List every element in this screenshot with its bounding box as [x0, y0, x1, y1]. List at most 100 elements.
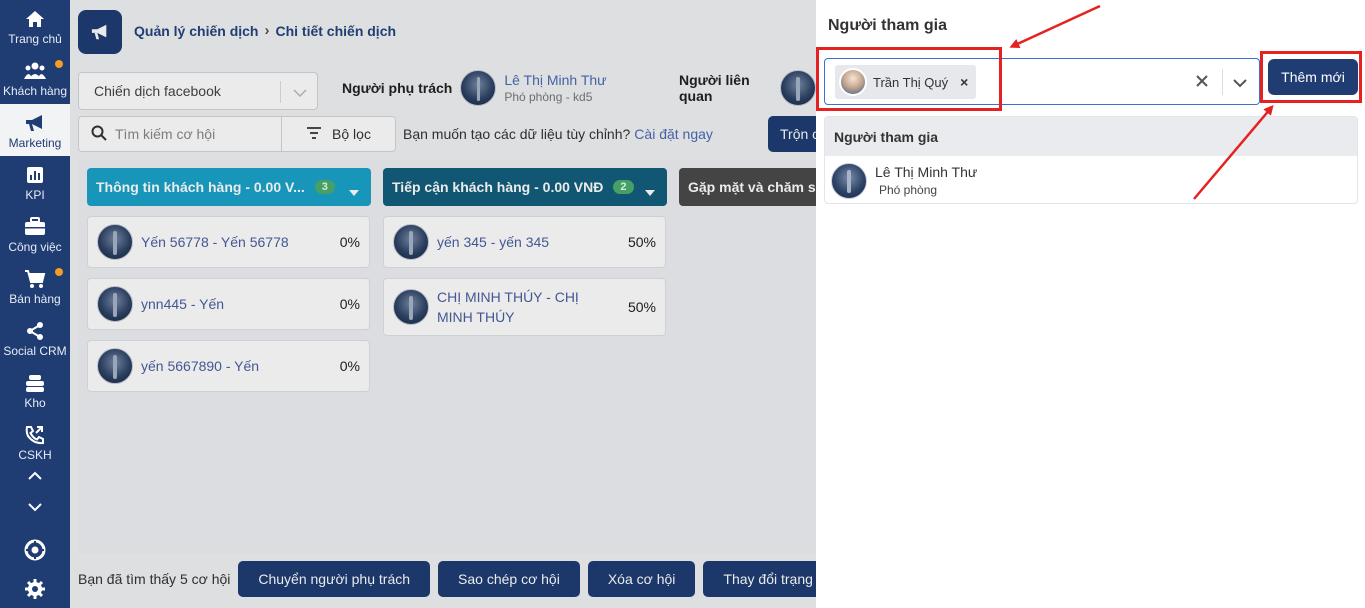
add-new-button[interactable]: Thêm mới: [1268, 59, 1358, 95]
page-header: Quản lý chiến dịch › Chi tiết chiến dịch: [70, 0, 816, 64]
sidebar-item-social-crm[interactable]: Social CRM: [0, 312, 70, 364]
caret-down-icon[interactable]: [349, 183, 359, 199]
participants-table: Người tham gia Lê Thị Minh Thư Phó phòng: [824, 116, 1358, 204]
breadcrumb-current: Chi tiết chiến dịch: [275, 22, 397, 39]
campaign-select-value: Chiến dịch facebook: [94, 83, 221, 99]
filter-label: Bộ lọc: [332, 126, 371, 142]
owner-title: Phó phòng - kd5: [504, 90, 593, 104]
chevron-right-icon: ›: [264, 22, 270, 39]
sidebar-item-label: KPI: [25, 188, 45, 202]
breadcrumb-parent[interactable]: Quản lý chiến dịch: [134, 23, 258, 39]
transfer-owner-button[interactable]: Chuyển người phụ trách: [238, 561, 431, 597]
sidebar-item-label: Trang chủ: [8, 32, 62, 46]
remove-chip-icon[interactable]: ×: [960, 74, 968, 90]
search-input[interactable]: [115, 126, 275, 142]
change-status-button[interactable]: Thay đổi trạng th: [703, 561, 816, 597]
notification-dot: [55, 60, 63, 68]
avatar: [97, 224, 133, 260]
sidebar-item-customer-care[interactable]: CSKH: [0, 416, 70, 462]
search-box: [78, 116, 282, 152]
phone-icon: [24, 424, 46, 446]
campaign-select[interactable]: Chiến dịch facebook: [78, 72, 318, 110]
support-icon[interactable]: [24, 539, 46, 561]
merge-button[interactable]: Trộn c: [768, 116, 816, 152]
owner-name[interactable]: Lê Thị Minh Thư: [504, 72, 606, 88]
opportunity-card[interactable]: yến 5667890 - Yến 0%: [87, 340, 370, 392]
chevron-down-icon[interactable]: [1233, 75, 1249, 91]
home-icon: [24, 8, 46, 30]
main-content: Quản lý chiến dịch › Chi tiết chiến dịch…: [70, 0, 816, 608]
sidebar-item-marketing[interactable]: Marketing: [0, 104, 70, 156]
custom-data-question: Bạn muốn tạo các dữ liệu tùy chỉnh?: [403, 126, 631, 142]
related-role-label: Người liên quan: [679, 72, 750, 104]
participant-select[interactable]: Trần Thị Quý ×: [824, 58, 1260, 105]
avatar: [393, 289, 429, 325]
column-header[interactable]: Tiếp cận khách hàng - 0.00 VNĐ 2: [383, 168, 667, 206]
opportunity-percent: 0%: [339, 358, 360, 374]
opportunity-percent: 0%: [339, 296, 360, 312]
owner-role-label: Người phụ trách: [342, 80, 453, 96]
sidebar-item-customers[interactable]: Khách hàng: [0, 52, 70, 104]
search-icon: [91, 125, 107, 144]
sidebar-item-tasks[interactable]: Công việc: [0, 208, 70, 260]
owner-block: Người phụ trách Lê Thị Minh Thư Phó phòn…: [342, 70, 607, 106]
sidebar-item-kpi[interactable]: KPI: [0, 156, 70, 208]
megaphone-icon: [24, 112, 46, 134]
caret-down-icon[interactable]: [645, 183, 655, 199]
sidebar-item-label: CSKH: [18, 448, 52, 462]
related-block: Người liên quan: [679, 70, 816, 106]
opportunity-percent: 50%: [627, 299, 656, 315]
avatar: [97, 286, 133, 322]
kanban-column: Gặp mặt và chăm sóc: [679, 168, 816, 552]
chevron-down-icon[interactable]: [293, 85, 307, 101]
campaign-module-icon: [78, 10, 122, 54]
chevron-down-icon[interactable]: [25, 497, 45, 517]
notification-dot: [55, 268, 63, 276]
opportunity-card[interactable]: Yến 56778 - Yến 56778 0%: [87, 216, 370, 268]
result-count: Bạn đã tìm thấy 5 cơ hội: [78, 571, 231, 587]
column-title: Tiếp cận khách hàng - 0.00 VNĐ: [392, 179, 604, 195]
warehouse-icon: [24, 372, 46, 394]
kanban-column: Tiếp cận khách hàng - 0.00 VNĐ 2 yến 345…: [383, 168, 667, 552]
kanban-column: Thông tin khách hàng - 0.00 V... 3 Yến 5…: [87, 168, 371, 552]
breadcrumb: Quản lý chiến dịch › Chi tiết chiến dịch: [134, 22, 396, 39]
sidebar-item-label: Kho: [24, 396, 46, 410]
opportunity-card[interactable]: yến 345 - yến 345 50%: [383, 216, 666, 268]
chevron-up-icon[interactable]: [25, 465, 45, 485]
delete-opportunity-button[interactable]: Xóa cơ hội: [587, 561, 696, 597]
select-divider: [280, 81, 281, 103]
column-header[interactable]: Thông tin khách hàng - 0.00 V... 3: [87, 168, 371, 206]
custom-data-prompt: Bạn muốn tạo các dữ liệu tùy chỉnh? Cài đ…: [403, 126, 713, 142]
table-row[interactable]: Lê Thị Minh Thư Phó phòng: [825, 156, 1357, 203]
gear-icon[interactable]: [24, 578, 46, 600]
column-count-badge: 3: [314, 180, 335, 194]
avatar: [460, 70, 497, 106]
sidebar-item-sales[interactable]: Bán hàng: [0, 260, 70, 312]
column-title: Gặp mặt và chăm sóc: [688, 179, 816, 195]
panel-title: Người tham gia: [828, 17, 947, 34]
opportunity-name: yến 345 - yến 345: [437, 234, 550, 250]
clear-icon[interactable]: [1195, 74, 1211, 90]
share-icon: [24, 320, 46, 342]
sidebar-item-warehouse[interactable]: Kho: [0, 364, 70, 416]
avatar: [831, 162, 867, 199]
filter-button[interactable]: Bộ lọc: [282, 116, 396, 152]
bulk-action-bar: Bạn đã tìm thấy 5 cơ hội Chuyển người ph…: [78, 560, 816, 598]
opportunity-name: ynn445 - Yến: [141, 296, 225, 312]
opportunity-card[interactable]: CHỊ MINH THÚY - CHỊ MINH THÚY 50%: [383, 278, 666, 336]
sidebar-item-label: Marketing: [8, 136, 62, 150]
column-header[interactable]: Gặp mặt và chăm sóc: [679, 168, 816, 206]
sidebar-item-label: Social CRM: [3, 344, 67, 358]
opportunity-percent: 50%: [627, 234, 656, 250]
copy-opportunity-button[interactable]: Sao chép cơ hội: [438, 561, 580, 597]
participant-title: Phó phòng: [879, 183, 938, 197]
opportunity-card[interactable]: ynn445 - Yến 0%: [87, 278, 370, 330]
sidebar-item-label: Khách hàng: [2, 84, 68, 98]
setup-now-link[interactable]: Cài đặt ngay: [634, 126, 713, 142]
sidebar: Trang chủ Khách hàng Marketing KPI Công …: [0, 0, 70, 608]
table-header: Người tham gia: [825, 117, 1357, 156]
opportunity-name: Yến 56778 - Yến 56778: [141, 234, 289, 250]
sidebar-item-home[interactable]: Trang chủ: [0, 0, 70, 52]
opportunity-name: CHỊ MINH THÚY - CHỊ MINH THÚY: [437, 289, 579, 325]
avatar: [393, 224, 429, 260]
